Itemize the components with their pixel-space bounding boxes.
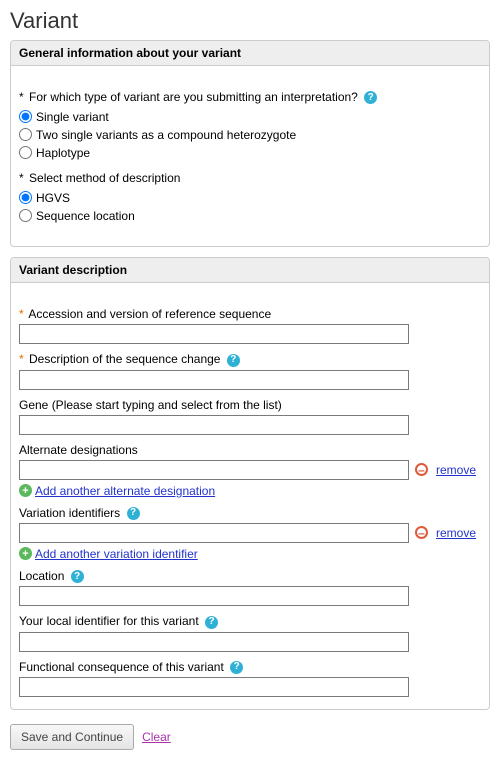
description-label-text: Description of the sequence change — [29, 352, 220, 366]
required-asterisk: * — [19, 352, 24, 366]
remove-alt-link[interactable]: remove — [436, 463, 476, 477]
remove-icon[interactable]: – — [415, 526, 428, 539]
remove-varid-link[interactable]: remove — [436, 526, 476, 540]
location-label-text: Location — [19, 569, 64, 583]
variant-type-label-text: For which type of variant are you submit… — [29, 90, 358, 104]
remove-icon[interactable]: – — [415, 463, 428, 476]
method-label: * Select method of description — [19, 171, 481, 185]
location-input[interactable] — [19, 586, 409, 606]
variant-type-option-compound[interactable]: Two single variants as a compound hetero… — [19, 126, 481, 143]
help-icon[interactable]: ? — [127, 507, 140, 520]
method-radio-seqloc[interactable] — [19, 209, 32, 222]
variant-description-header: Variant description — [11, 258, 489, 283]
help-icon[interactable]: ? — [230, 661, 243, 674]
help-icon[interactable]: ? — [227, 354, 240, 367]
local-id-input[interactable] — [19, 632, 409, 652]
variation-id-input[interactable] — [19, 523, 409, 543]
functional-consequence-input[interactable] — [19, 677, 409, 697]
variant-type-option-single[interactable]: Single variant — [19, 108, 481, 125]
local-id-label-text: Your local identifier for this variant — [19, 614, 199, 628]
variant-type-group: Single variant Two single variants as a … — [19, 108, 481, 161]
local-id-label: Your local identifier for this variant ? — [19, 614, 481, 628]
method-group: HGVS Sequence location — [19, 189, 481, 224]
functional-consequence-label: Functional consequence of this variant ? — [19, 660, 481, 674]
required-asterisk: * — [19, 307, 24, 321]
help-icon[interactable]: ? — [205, 616, 218, 629]
variation-id-label: Variation identifiers ? — [19, 506, 481, 520]
help-icon[interactable]: ? — [364, 91, 377, 104]
required-asterisk: * — [19, 171, 24, 185]
description-input[interactable] — [19, 370, 409, 390]
add-icon[interactable]: + — [19, 484, 32, 497]
variant-type-option-label: Haplotype — [36, 146, 90, 160]
help-icon[interactable]: ? — [71, 570, 84, 583]
description-label: * Description of the sequence change ? — [19, 352, 481, 366]
method-radio-hgvs[interactable] — [19, 191, 32, 204]
required-asterisk: * — [19, 90, 24, 104]
gene-label: Gene (Please start typing and select fro… — [19, 398, 481, 412]
add-varid-link[interactable]: Add another variation identifier — [35, 547, 198, 561]
method-option-hgvs[interactable]: HGVS — [19, 189, 481, 206]
method-option-label: HGVS — [36, 191, 70, 205]
method-option-seqloc[interactable]: Sequence location — [19, 207, 481, 224]
accession-label: * Accession and version of reference seq… — [19, 307, 481, 321]
method-label-text: Select method of description — [29, 171, 180, 185]
variant-type-radio-single[interactable] — [19, 110, 32, 123]
accession-label-text: Accession and version of reference seque… — [28, 307, 271, 321]
gene-input[interactable] — [19, 415, 409, 435]
variant-type-radio-compound[interactable] — [19, 128, 32, 141]
general-info-panel: General information about your variant *… — [10, 40, 490, 247]
method-option-label: Sequence location — [36, 209, 135, 223]
save-button[interactable]: Save and Continue — [10, 724, 134, 750]
variant-type-option-label: Two single variants as a compound hetero… — [36, 128, 296, 142]
button-row: Save and Continue Clear — [10, 724, 490, 750]
functional-consequence-label-text: Functional consequence of this variant — [19, 660, 224, 674]
page-title: Variant — [10, 8, 490, 34]
variant-type-radio-haplotype[interactable] — [19, 146, 32, 159]
add-alt-link[interactable]: Add another alternate designation — [35, 484, 215, 498]
alt-designation-label: Alternate designations — [19, 443, 481, 457]
variant-type-option-haplotype[interactable]: Haplotype — [19, 144, 481, 161]
accession-input[interactable] — [19, 324, 409, 344]
general-info-header: General information about your variant — [11, 41, 489, 66]
location-label: Location ? — [19, 569, 481, 583]
variant-description-panel: Variant description * Accession and vers… — [10, 257, 490, 710]
alt-designation-input[interactable] — [19, 460, 409, 480]
variant-type-label: * For which type of variant are you subm… — [19, 90, 481, 104]
add-icon[interactable]: + — [19, 547, 32, 560]
variant-type-option-label: Single variant — [36, 110, 109, 124]
clear-link[interactable]: Clear — [142, 730, 171, 744]
variation-id-label-text: Variation identifiers — [19, 506, 120, 520]
